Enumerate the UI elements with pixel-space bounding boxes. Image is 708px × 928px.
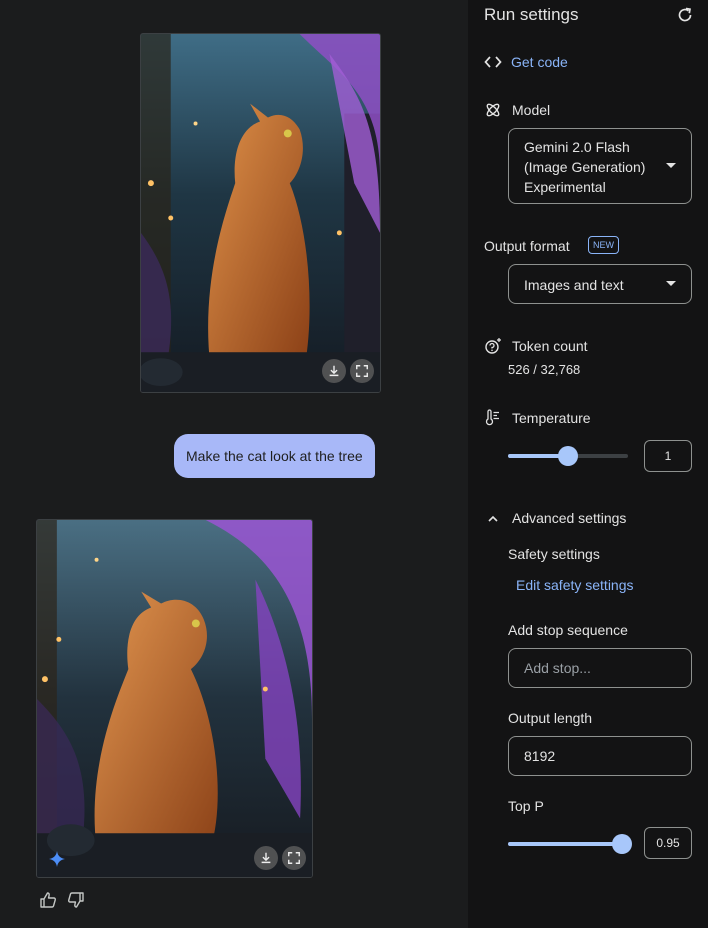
output-format-label: Output format	[484, 238, 570, 254]
token-count-value: 526 / 32,768	[508, 362, 581, 377]
top-p-slider[interactable]	[508, 834, 632, 854]
output-format-value: Images and text	[524, 277, 624, 293]
top-p-slider-fill	[508, 842, 622, 846]
download-icon[interactable]	[254, 846, 278, 870]
model-atom-icon	[486, 103, 500, 117]
code-icon[interactable]	[484, 53, 502, 71]
output-format-select[interactable]: Images and text	[508, 264, 692, 304]
thumb-down-icon[interactable]	[66, 890, 86, 910]
temperature-slider-thumb[interactable]	[558, 446, 578, 466]
model-select[interactable]: Gemini 2.0 Flash (Image Generation) Expe…	[508, 128, 692, 204]
temperature-slider[interactable]	[508, 446, 628, 466]
top-p-input[interactable]: 0.95	[644, 827, 692, 859]
token-count-label: Token count	[512, 338, 588, 354]
generated-image-1[interactable]	[140, 33, 381, 393]
cat-image	[37, 520, 312, 877]
model-value-line-2: (Image Generation)	[524, 159, 646, 175]
get-code-link[interactable]: Get code	[511, 54, 568, 70]
stop-sequence-label: Add stop sequence	[508, 622, 628, 638]
temperature-input[interactable]: 1	[644, 440, 692, 472]
user-message: Make the cat look at the tree	[174, 434, 375, 478]
top-p-label: Top P	[508, 798, 544, 814]
model-value-line-3: Experimental	[524, 179, 606, 195]
gemini-spark-icon	[49, 851, 65, 867]
safety-settings-label: Safety settings	[508, 546, 600, 562]
edit-safety-settings-link[interactable]: Edit safety settings	[516, 577, 634, 593]
token-count-icon	[485, 338, 501, 354]
top-p-slider-thumb[interactable]	[612, 834, 632, 854]
thumb-up-icon[interactable]	[38, 890, 58, 910]
generated-image-2[interactable]	[36, 519, 313, 878]
download-icon[interactable]	[322, 359, 346, 383]
cat-image	[141, 34, 380, 392]
advanced-settings-toggle[interactable]: Advanced settings	[512, 510, 626, 526]
output-length-input[interactable]: 8192	[508, 736, 692, 776]
chevron-up-icon[interactable]	[484, 510, 502, 528]
chat-area: Make the cat look at the tree	[0, 0, 468, 928]
stop-sequence-input[interactable]: Add stop...	[508, 648, 692, 688]
new-badge: NEW	[588, 236, 619, 254]
reset-icon[interactable]	[676, 6, 694, 24]
fullscreen-icon[interactable]	[350, 359, 374, 383]
model-value-line-1: Gemini 2.0 Flash	[524, 139, 630, 155]
chevron-down-icon	[666, 281, 676, 286]
run-settings-panel: Run settings Get code Model Gemini 2.0 F…	[468, 0, 708, 928]
temperature-label: Temperature	[512, 410, 591, 426]
fullscreen-icon[interactable]	[282, 846, 306, 870]
thermometer-icon	[485, 409, 499, 426]
panel-title: Run settings	[484, 5, 579, 24]
model-label: Model	[512, 102, 551, 118]
output-length-label: Output length	[508, 710, 593, 726]
chevron-down-icon	[666, 163, 676, 168]
